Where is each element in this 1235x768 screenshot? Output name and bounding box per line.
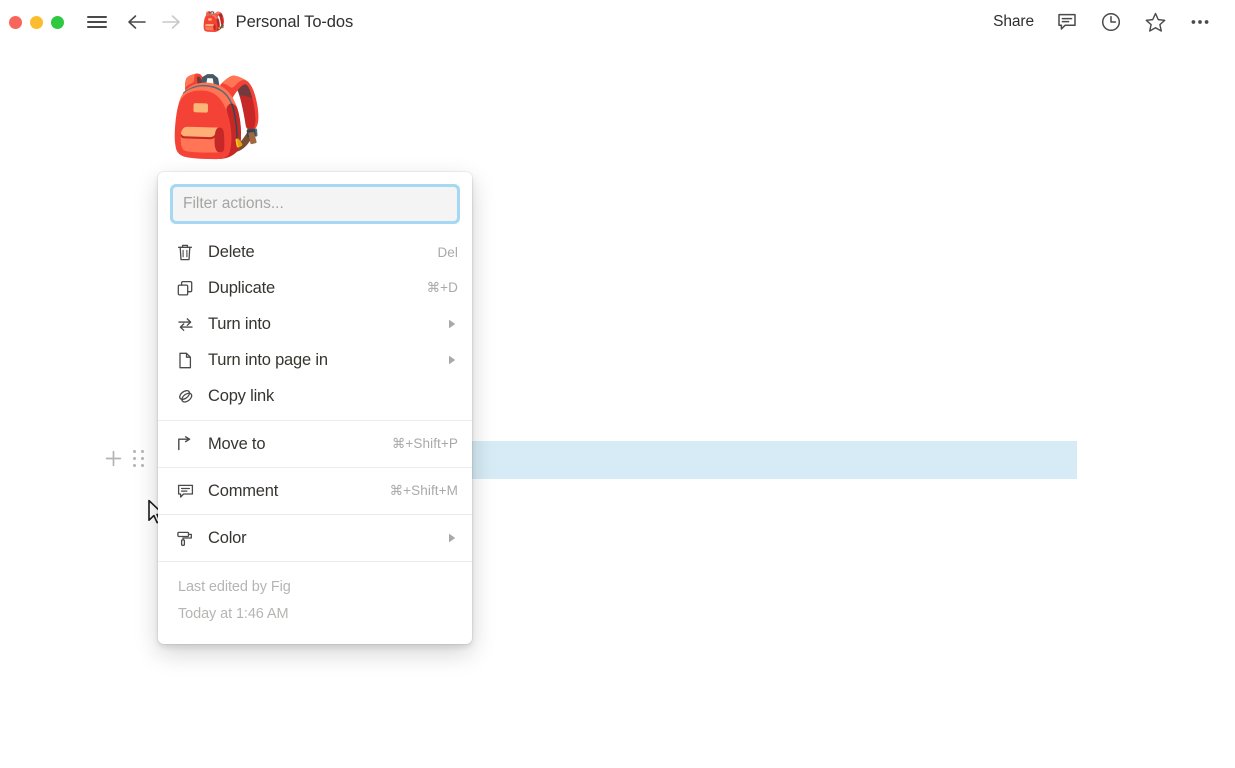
swap-icon <box>176 315 197 334</box>
menu-item-shortcut: ⌘+Shift+P <box>391 436 458 451</box>
menu-item-label: Delete <box>208 242 255 261</box>
menu-item-label: Move to <box>208 434 266 453</box>
block-controls <box>104 449 145 468</box>
trash-icon <box>176 243 197 262</box>
ellipsis-icon[interactable] <box>1189 11 1211 33</box>
menu-group-comment: Comment ⌘+Shift+M <box>158 468 472 514</box>
menu-item-label: Copy link <box>208 386 275 405</box>
drag-handle-icon[interactable] <box>133 449 145 468</box>
menu-group-color: Color <box>158 515 472 561</box>
share-button[interactable]: Share <box>993 13 1034 31</box>
filter-actions-input[interactable] <box>170 184 460 224</box>
arrow-right-icon[interactable] <box>160 13 182 31</box>
comment-bubble-icon <box>176 482 197 501</box>
move-arrow-icon <box>176 435 197 453</box>
last-edited-by: Last edited by Fig <box>178 579 291 595</box>
menu-item-move-to[interactable]: Move to ⌘+Shift+P <box>158 426 472 462</box>
block-context-menu: Delete Del Duplicate ⌘+D Turn into <box>158 172 472 644</box>
menu-item-comment[interactable]: Comment ⌘+Shift+M <box>158 473 472 509</box>
paint-roller-icon <box>176 529 197 548</box>
close-window-button[interactable] <box>9 15 22 29</box>
star-icon[interactable] <box>1144 11 1167 34</box>
page-icon <box>176 351 197 370</box>
filter-container <box>158 172 472 232</box>
menu-group-move: Move to ⌘+Shift+P <box>158 421 472 467</box>
menu-item-shortcut: ⌘+D <box>426 280 458 295</box>
clock-icon[interactable] <box>1100 11 1122 33</box>
duplicate-icon <box>176 279 197 298</box>
menu-item-color[interactable]: Color <box>158 520 472 556</box>
window-controls <box>0 15 64 29</box>
arrow-left-icon[interactable] <box>126 13 148 31</box>
hamburger-icon[interactable] <box>87 14 107 30</box>
backpack-icon: 🎒 <box>202 11 226 33</box>
titlebar: 🎒 Personal To-dos Share <box>0 0 1235 44</box>
chevron-right-icon <box>446 354 458 366</box>
menu-item-label: Duplicate <box>208 278 275 297</box>
menu-item-delete[interactable]: Delete Del <box>158 234 472 270</box>
link-icon <box>176 387 197 406</box>
maximize-window-button[interactable] <box>51 15 64 29</box>
menu-item-duplicate[interactable]: Duplicate ⌘+D <box>158 270 472 306</box>
menu-footer: Last edited by Fig Today at 1:46 AM <box>158 562 472 644</box>
titlebar-actions: Share <box>993 11 1235 34</box>
plus-icon[interactable] <box>104 449 123 468</box>
menu-item-label: Turn into <box>208 314 271 333</box>
minimize-window-button[interactable] <box>30 15 43 29</box>
document-breadcrumb[interactable]: 🎒 Personal To-dos <box>202 13 353 32</box>
comment-icon[interactable] <box>1056 11 1078 33</box>
menu-item-label: Turn into page in <box>208 350 328 369</box>
menu-item-shortcut: ⌘+Shift+M <box>389 483 458 498</box>
menu-item-turn-into[interactable]: Turn into <box>158 306 472 342</box>
menu-item-shortcut: Del <box>437 244 458 260</box>
document-title: Personal To-dos <box>235 12 354 31</box>
menu-item-label: Comment <box>208 481 279 500</box>
page-emoji-backpack-icon[interactable]: 🎒 <box>168 77 265 155</box>
menu-item-label: Color <box>208 528 247 547</box>
last-edited-at: Today at 1:46 AM <box>178 605 289 622</box>
navigation-arrows <box>126 13 182 31</box>
menu-group-primary: Delete Del Duplicate ⌘+D Turn into Turn … <box>158 232 472 420</box>
menu-item-turn-into-page-in[interactable]: Turn into page in <box>158 342 472 378</box>
chevron-right-icon <box>446 318 458 330</box>
chevron-right-icon <box>446 532 458 544</box>
menu-item-copy-link[interactable]: Copy link <box>158 378 472 414</box>
